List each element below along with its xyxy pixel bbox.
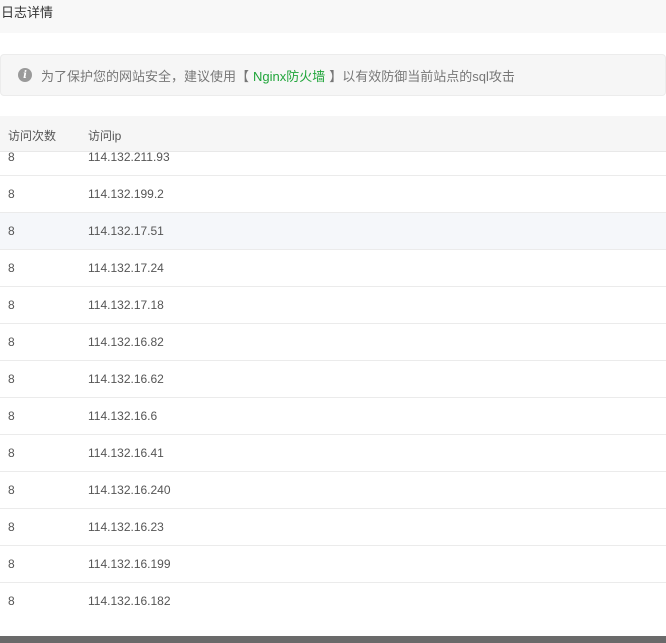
nginx-firewall-link[interactable]: Nginx防火墙	[253, 66, 325, 85]
row-visit-count: 8	[8, 298, 15, 312]
info-icon: i	[18, 68, 32, 82]
row-ip-address: 114.132.16.6	[88, 409, 158, 423]
notice-suffix: 】以有效防御当前站点的sql攻击	[329, 68, 515, 84]
row-ip-address: 114.132.16.62	[88, 372, 164, 386]
row-visit-count: 8	[8, 446, 15, 460]
table-row[interactable]: 8 114.132.17.51	[0, 213, 666, 250]
table-row[interactable]: 8 114.132.17.24	[0, 250, 666, 287]
dialog-title: 日志详情	[1, 5, 54, 20]
table-row[interactable]: 8 114.132.16.6	[0, 398, 666, 435]
table-row[interactable]: 8 114.132.16.62	[0, 361, 666, 398]
row-visit-count: 8	[8, 409, 15, 423]
row-visit-count: 8	[8, 483, 15, 497]
table-row[interactable]: 8 114.132.16.182	[0, 583, 666, 616]
row-ip-address: 114.132.211.93	[88, 152, 170, 164]
row-visit-count: 8	[8, 224, 15, 238]
table-row[interactable]: 8 114.132.16.240	[0, 472, 666, 509]
row-ip-address: 114.132.16.23	[88, 520, 164, 534]
row-visit-count: 8	[8, 594, 15, 608]
row-ip-address: 114.132.17.18	[88, 298, 164, 312]
row-visit-count: 8	[8, 372, 15, 386]
row-visit-count: 8	[8, 335, 15, 349]
row-visit-count: 8	[8, 152, 15, 164]
row-ip-address: 114.132.16.199	[88, 557, 171, 571]
row-ip-address: 114.132.17.51	[88, 224, 164, 238]
notice-prefix: 为了保护您的网站安全，建议使用【	[41, 68, 250, 84]
row-ip-address: 114.132.16.41	[88, 446, 164, 460]
row-ip-address: 114.132.17.24	[88, 261, 164, 275]
row-visit-count: 8	[8, 520, 15, 534]
column-header-count[interactable]: 访问次数	[8, 127, 56, 144]
table-row[interactable]: 8 114.132.16.82	[0, 324, 666, 361]
table-row[interactable]: 8 114.132.16.23	[0, 509, 666, 546]
table-row[interactable]: 8 114.132.16.199	[0, 546, 666, 583]
row-ip-address: 114.132.199.2	[88, 187, 164, 201]
row-ip-address: 114.132.16.240	[88, 483, 171, 497]
table-row[interactable]: 8 114.132.199.2	[0, 176, 666, 213]
table-row[interactable]: 8 114.132.16.41	[0, 435, 666, 472]
table-row[interactable]: 8 114.132.17.18	[0, 287, 666, 324]
column-header-ip[interactable]: 访问ip	[88, 127, 121, 144]
row-visit-count: 8	[8, 261, 15, 275]
row-ip-address: 114.132.16.182	[88, 594, 171, 608]
row-ip-address: 114.132.16.82	[88, 335, 164, 349]
row-visit-count: 8	[8, 187, 15, 201]
security-notice: i 为了保护您的网站安全，建议使用【 Nginx防火墙 】以有效防御当前站点的s…	[0, 54, 666, 96]
row-visit-count: 8	[8, 557, 15, 571]
table-body[interactable]: 8 114.132.211.93 8 114.132.199.2 8 114.132.17…	[0, 152, 666, 616]
window-bottom-bar	[0, 636, 666, 643]
dialog-title-bar: 日志详情	[0, 0, 666, 33]
table-header: 访问次数 访问ip	[0, 116, 666, 152]
table-row[interactable]: 8 114.132.211.93	[0, 152, 666, 176]
